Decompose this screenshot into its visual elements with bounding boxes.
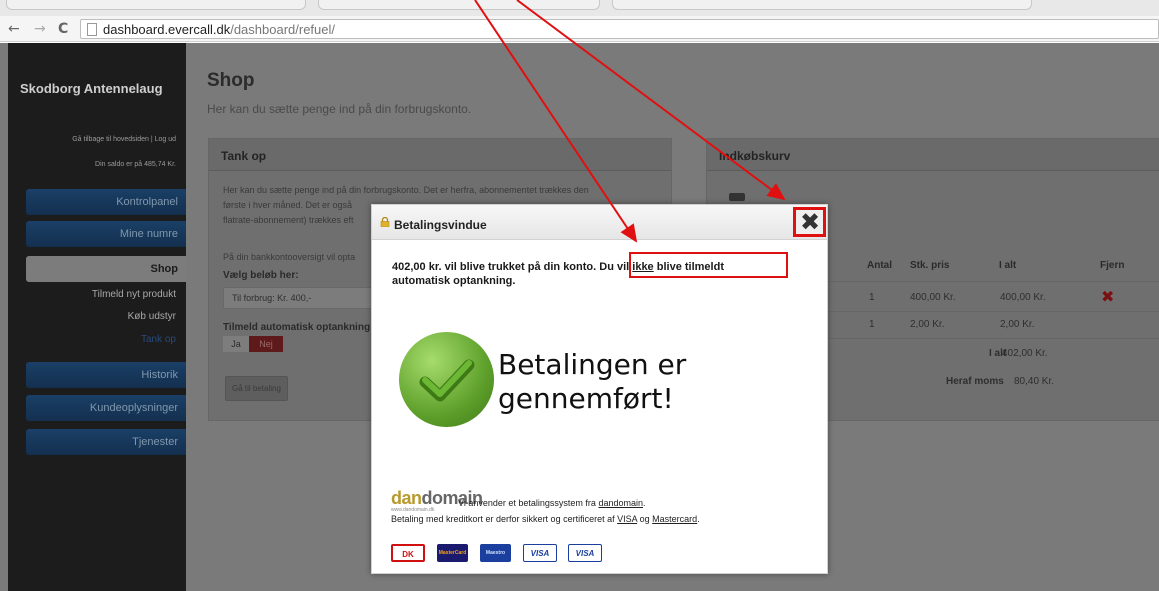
row1-price: 400,00 Kr.	[910, 292, 956, 303]
auto-refuel-label: Tilmeld automatisk optankning	[223, 322, 371, 333]
success-text: Betalingen er gennemført!	[498, 348, 687, 415]
col-stk-pris: Stk. pris	[910, 260, 950, 271]
page-subtitle: Her kan du sætte penge ind på din forbru…	[207, 102, 472, 116]
checkmark-icon	[419, 359, 475, 402]
top-links[interactable]: Gå tilbage til hovedsiden | Log ud	[72, 136, 176, 143]
browser-tabstrip	[0, 0, 1159, 16]
balance-text: Din saldo er på 485,74 Kr.	[95, 161, 176, 168]
row1-qty: 1	[869, 292, 875, 303]
reload-icon[interactable]: C	[58, 20, 68, 38]
address-bar[interactable]: dashboard.evercall.dk/dashboard/refuel/	[80, 19, 1159, 39]
visa-link[interactable]: VISA	[617, 514, 637, 524]
success-check-icon	[399, 332, 494, 427]
tank-text-line: flatrate-abonnement) trækkes eft	[223, 215, 354, 225]
col-fjern: Fjern	[1100, 260, 1125, 271]
tank-panel-title: Tank op	[221, 149, 267, 163]
modal-header: Betalingsvindue	[372, 205, 827, 240]
vat-value: 80,40 Kr.	[1014, 376, 1055, 387]
cart-panel-header: Indkøbskurv	[707, 139, 1159, 171]
tank-text-line: første i hver måned. Det er også	[223, 200, 353, 210]
remove-icon[interactable]: ✖	[1101, 287, 1114, 306]
tank-text-line: Her kan du sætte penge ind på din forbru…	[223, 185, 589, 195]
visa-logo: VISA	[523, 544, 557, 562]
browser-tab[interactable]	[318, 0, 600, 10]
sidebar-item-tjenester[interactable]: Tjenester	[26, 429, 186, 455]
mastercard-link[interactable]: Mastercard	[652, 514, 697, 524]
url-text: dashboard.evercall.dk/dashboard/refuel/	[103, 22, 335, 37]
close-icon: ✖	[800, 208, 821, 236]
toggle-yes[interactable]: Ja	[223, 336, 249, 352]
visa-electron-logo: VISA	[568, 544, 602, 562]
pay-button[interactable]: Gå til betaling	[225, 376, 288, 401]
forward-icon[interactable]: →	[34, 20, 46, 38]
annotation-highlight-box	[629, 252, 788, 278]
browser-toolbar: ← → C dashboard.evercall.dk/dashboard/re…	[0, 16, 1159, 42]
dandomain-link[interactable]: dandomain	[598, 498, 643, 508]
bank-text: På din bankkontooversigt vil opta	[223, 252, 356, 262]
sidebar-item-shop[interactable]: Shop	[26, 256, 186, 282]
amount-label: Vælg beløb her:	[223, 270, 299, 281]
row2-qty: 1	[869, 319, 875, 330]
payment-info-line2: Betaling med kreditkort er derfor sikker…	[391, 514, 700, 524]
sidebar-subitem-tank-op[interactable]: Tank op	[141, 334, 176, 345]
mastercard-logo: MasterCard	[437, 544, 468, 562]
maestro-logo: Maestro	[480, 544, 511, 562]
site-title: Skodborg Antennelaug	[20, 81, 163, 96]
row2-price: 2,00 Kr.	[910, 319, 945, 330]
vat-label: Heraf moms	[946, 376, 1004, 387]
dankort-logo: DK	[391, 544, 425, 562]
payment-info-line1: Vi anvender et betalingssystem fra dando…	[458, 498, 646, 508]
tank-panel-header: Tank op	[209, 139, 671, 171]
sidebar-subitem-tilmeld[interactable]: Tilmeld nyt produkt	[92, 289, 176, 300]
browser-tab[interactable]	[612, 0, 1032, 10]
amount-select[interactable]: Til forbrug: Kr. 400,-	[223, 287, 373, 309]
cart-panel-title: Indkøbskurv	[719, 149, 791, 163]
row2-total: 2,00 Kr.	[1000, 319, 1035, 330]
col-antal: Antal	[867, 260, 892, 271]
sidebar: Skodborg Antennelaug Gå tilbage til hove…	[8, 43, 186, 591]
toggle-no[interactable]: Nej	[249, 336, 283, 352]
sidebar-item-kundeoplysninger[interactable]: Kundeoplysninger	[26, 395, 186, 421]
sidebar-item-kontrolpanel[interactable]: Kontrolpanel	[26, 189, 186, 215]
close-button[interactable]: ✖	[793, 207, 826, 237]
page-icon	[87, 23, 97, 36]
row1-total: 400,00 Kr.	[1000, 292, 1046, 303]
sidebar-item-mine-numre[interactable]: Mine numre	[26, 221, 186, 247]
cart-icon	[729, 193, 745, 201]
sidebar-item-historik[interactable]: Historik	[26, 362, 186, 388]
dandomain-url: www.dandomain.dk	[391, 507, 435, 513]
browser-tab[interactable]	[6, 0, 306, 10]
total-value: 402,00 Kr.	[1002, 348, 1048, 359]
back-icon[interactable]: ←	[8, 20, 20, 38]
page-title: Shop	[207, 70, 255, 91]
sidebar-subitem-koeb-udstyr[interactable]: Køb udstyr	[128, 311, 176, 322]
modal-title: Betalingsvindue	[394, 218, 487, 232]
lock-icon	[380, 217, 390, 227]
col-i-alt: I alt	[999, 260, 1017, 271]
